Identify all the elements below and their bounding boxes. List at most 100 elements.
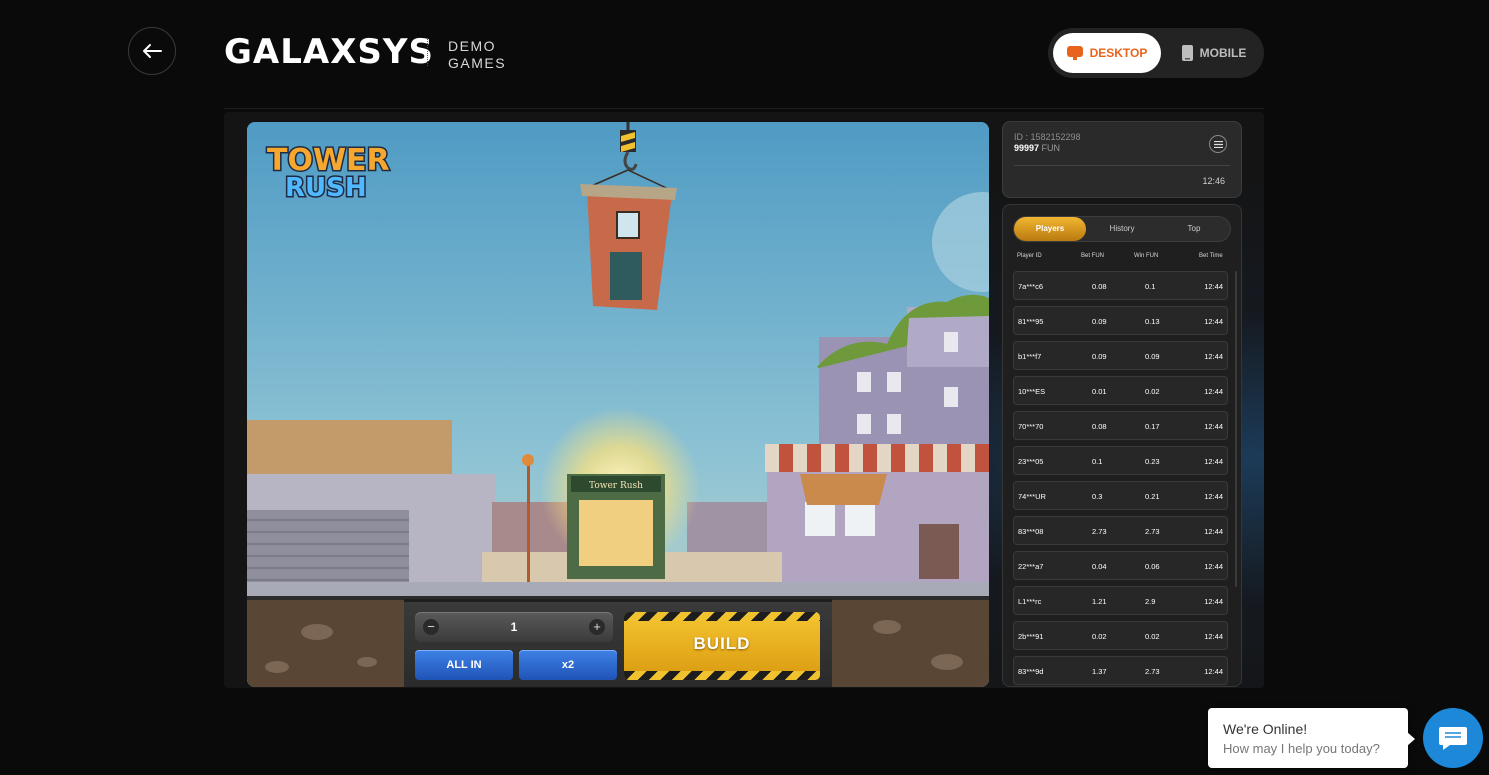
- right-door: [919, 524, 959, 579]
- player-row: L1***rc 1.21 2.9 12:44: [1013, 586, 1228, 615]
- logo-separator: [427, 38, 429, 66]
- build-button[interactable]: BUILD: [624, 612, 820, 680]
- player-bet-time: 12:44: [1204, 492, 1223, 501]
- all-in-button[interactable]: ALL IN: [415, 650, 513, 680]
- demo-label-line1: DEMO: [448, 38, 496, 54]
- logo-rush: RUSH: [285, 173, 367, 203]
- hamburger-icon: [1213, 140, 1223, 148]
- tower-door: [610, 252, 642, 300]
- account-balance: 99997 FUN: [1014, 143, 1060, 153]
- header-divider: [224, 108, 1264, 109]
- player-row: 74***UR 0.3 0.21 12:44: [1013, 481, 1228, 510]
- player-id: 74***UR: [1018, 492, 1046, 501]
- bet-stepper[interactable]: − 1 +: [415, 612, 613, 642]
- player-win: 0.23: [1145, 457, 1160, 466]
- player-bet: 0.3: [1092, 492, 1103, 501]
- chat-launcher-button[interactable]: [1423, 708, 1483, 768]
- player-bet: 0.08: [1092, 422, 1107, 431]
- player-bet-time: 12:44: [1204, 422, 1223, 431]
- player-win: 0.13: [1145, 317, 1160, 326]
- balance-amount: 99997: [1014, 143, 1040, 153]
- player-win: 0.17: [1145, 422, 1160, 431]
- chat-subtitle: How may I help you today?: [1223, 741, 1380, 756]
- players-panel: Players History Top Player ID Bet FUN Wi…: [1002, 204, 1242, 687]
- player-win: 0.06: [1145, 562, 1160, 571]
- player-row: 81***95 0.09 0.13 12:44: [1013, 306, 1228, 335]
- player-id: 23***05: [1018, 457, 1044, 466]
- shop-window: [579, 500, 653, 566]
- menu-button[interactable]: [1209, 135, 1227, 153]
- player-bet: 1.21: [1092, 597, 1107, 606]
- player-row: 83***9d 1.37 2.73 12:44: [1013, 656, 1228, 685]
- player-bet: 0.02: [1092, 632, 1107, 641]
- desktop-toggle-button[interactable]: DESKTOP: [1053, 33, 1161, 73]
- street-lamp-pole: [527, 462, 530, 582]
- player-id: 7a***c6: [1018, 282, 1044, 291]
- player-row: 23***05 0.1 0.23 12:44: [1013, 446, 1228, 475]
- double-bet-button[interactable]: x2: [519, 650, 617, 680]
- player-bet: 0.01: [1092, 387, 1107, 396]
- build-label: BUILD: [693, 634, 751, 653]
- build-stripes-bottom: [624, 671, 820, 680]
- player-row: 83***08 2.73 2.73 12:44: [1013, 516, 1228, 545]
- player-id: 83***08: [1018, 527, 1044, 536]
- col-bet-time: Bet Time: [1199, 253, 1223, 259]
- bet-amount[interactable]: 1: [415, 620, 613, 634]
- build-stripes-top: [624, 612, 820, 621]
- tab-history[interactable]: History: [1086, 217, 1158, 241]
- increase-bet-button[interactable]: +: [589, 619, 605, 635]
- player-win: 2.73: [1145, 667, 1160, 676]
- tower-window: [616, 211, 640, 239]
- shop-sign: Tower Rush: [589, 481, 643, 491]
- player-id: L1***rc: [1018, 597, 1042, 606]
- player-row: 7a***c6 0.08 0.1 12:44: [1013, 271, 1228, 300]
- player-bet-time: 12:44: [1204, 457, 1223, 466]
- player-id: 2b***91: [1018, 632, 1044, 641]
- player-bet: 0.08: [1092, 282, 1107, 291]
- galaxsys-logo[interactable]: GALAXSYS: [224, 32, 434, 72]
- right-window-a: [805, 502, 835, 536]
- back-button[interactable]: [128, 27, 176, 75]
- player-bet: 0.09: [1092, 317, 1107, 326]
- chat-icon: [1439, 727, 1467, 750]
- tab-top[interactable]: Top: [1158, 217, 1230, 241]
- sidewalk: [247, 582, 989, 596]
- player-bet-time: 12:44: [1204, 352, 1223, 361]
- player-win: 0.02: [1145, 387, 1160, 396]
- player-bet: 1.37: [1092, 667, 1107, 676]
- player-win: 2.73: [1145, 527, 1160, 536]
- clock: 12:46: [1202, 176, 1225, 186]
- chat-title: We're Online!: [1223, 721, 1308, 737]
- player-bet: 0.1: [1092, 457, 1103, 466]
- player-win: 0.1: [1145, 282, 1156, 291]
- player-win: 0.09: [1145, 352, 1160, 361]
- col-win: Win FUN: [1134, 253, 1159, 259]
- demo-label-line2: GAMES: [448, 55, 507, 71]
- mobile-toggle-button[interactable]: MOBILE: [1168, 33, 1260, 73]
- player-id: 70***70: [1018, 422, 1044, 431]
- account-panel: ID : 1582152298 99997 FUN 12:46: [1002, 121, 1242, 198]
- account-divider: [1014, 165, 1230, 166]
- player-bet-time: 12:44: [1204, 317, 1223, 326]
- desktop-label: DESKTOP: [1089, 46, 1148, 60]
- balance-currency: FUN: [1041, 143, 1061, 153]
- chat-greeting[interactable]: We're Online! How may I help you today?: [1208, 708, 1415, 768]
- player-bet-time: 12:44: [1204, 632, 1223, 641]
- players-tabs: Players History Top: [1013, 216, 1231, 242]
- game-canvas[interactable]: Tower Rush TOWER RUSH − 1 + ALL IN x2 BU…: [247, 122, 989, 687]
- player-row: 22***a7 0.04 0.06 12:44: [1013, 551, 1228, 580]
- player-row: 2b***91 0.02 0.02 12:44: [1013, 621, 1228, 650]
- player-win: 0.21: [1145, 492, 1160, 501]
- player-bet-time: 12:44: [1204, 387, 1223, 396]
- demo-games-label: DEMO GAMES: [448, 38, 506, 72]
- player-win: 0.02: [1145, 632, 1160, 641]
- players-scrollbar[interactable]: [1235, 271, 1237, 587]
- device-toggle: DESKTOP MOBILE: [1048, 28, 1264, 78]
- player-row: 10***ES 0.01 0.02 12:44: [1013, 376, 1228, 405]
- col-bet: Bet FUN: [1081, 253, 1105, 259]
- street-lamp-light: [522, 454, 534, 466]
- tab-players[interactable]: Players: [1014, 217, 1086, 241]
- player-bet-time: 12:44: [1204, 597, 1223, 606]
- player-row: 70***70 0.08 0.17 12:44: [1013, 411, 1228, 440]
- mobile-label: MOBILE: [1199, 46, 1247, 60]
